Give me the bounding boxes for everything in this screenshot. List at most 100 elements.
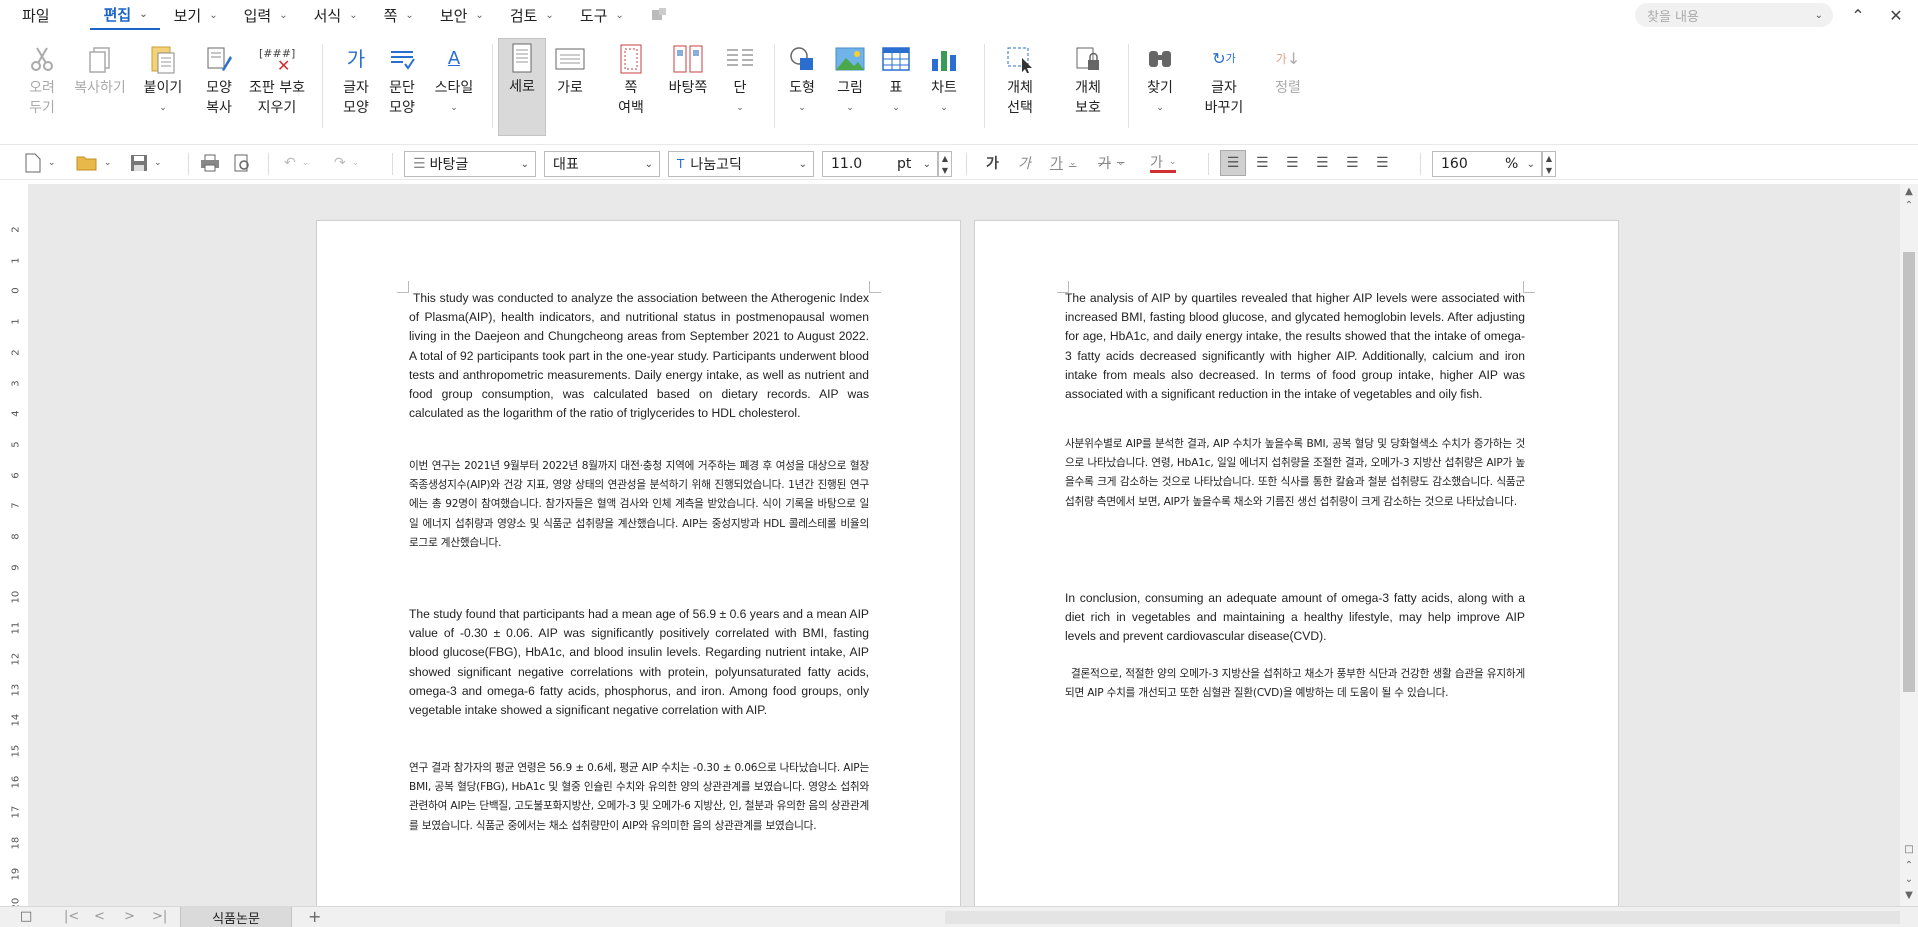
chevron-down-icon[interactable]: ⌄ (428, 98, 480, 118)
chevron-down-icon[interactable]: ⌄ (824, 98, 876, 118)
font-size-input[interactable]: 11.0 pt ⌄ (822, 151, 938, 177)
vertical-scrollbar[interactable]: ▲ ⌃ □ ⌃ ⌄ ▼ (1900, 184, 1918, 906)
object-select-button[interactable]: 개체 선택 (992, 40, 1048, 118)
tab-sheet[interactable]: 식품논문 (180, 907, 292, 927)
menu-format[interactable]: 서식 ⌄ (300, 0, 370, 30)
justify-align-button[interactable]: ☰ (1220, 150, 1246, 176)
brush-icon (193, 40, 245, 78)
redo-icon[interactable]: ↷ ⌄ (334, 153, 359, 173)
new-document-icon[interactable]: ⌄ (24, 153, 56, 173)
open-folder-icon[interactable]: ⌄ (76, 153, 112, 173)
menu-file[interactable]: 파일 (0, 0, 90, 30)
shapes-button[interactable]: 도형 ⌄ (776, 40, 828, 118)
menu-insert[interactable]: 입력 ⌄ (230, 0, 300, 30)
menu-review[interactable]: 검토 ⌄ (496, 0, 566, 30)
page-up-icon[interactable]: ⌃ (1900, 200, 1918, 211)
object-protect-button[interactable]: 개체 보호 (1060, 40, 1116, 118)
view-mode-icon[interactable]: □ (20, 909, 32, 924)
last-sheet-icon[interactable]: >| (152, 909, 167, 924)
ruler-tick: 1 (10, 257, 22, 264)
divide-align-icon[interactable]: ☰ (1376, 153, 1389, 173)
page-view-icon[interactable]: □ (1900, 844, 1918, 855)
sort-button[interactable]: 가 ↓ 정렬 (1262, 40, 1314, 98)
next-sheet-icon[interactable]: > (124, 909, 135, 924)
extension-icon[interactable] (636, 0, 680, 30)
representative-select[interactable]: 대표 ⌄ (544, 151, 660, 177)
page-margin-button[interactable]: 쪽 여백 (601, 40, 661, 118)
print-icon[interactable] (200, 153, 220, 173)
chevron-down-icon[interactable]: ⌄ (918, 98, 970, 118)
style-select[interactable]: ☰ 바탕글 ⌄ (404, 151, 536, 177)
chevron-down-icon[interactable]: ⌄ (1815, 10, 1823, 21)
style-button[interactable]: A 스타일 ⌄ (428, 40, 480, 118)
first-sheet-icon[interactable]: |< (64, 909, 79, 924)
chevron-down-icon[interactable]: ⌄ (1134, 98, 1186, 118)
chevron-down-icon[interactable]: ⌄ (714, 98, 766, 118)
zoom-stepper[interactable]: ▲ ▼ (1542, 151, 1556, 177)
page-down-double-icon[interactable]: ⌄ (1900, 874, 1918, 885)
table-button[interactable]: 표 ⌄ (870, 40, 922, 118)
font-select[interactable]: T 나눔고딕 ⌄ (668, 151, 814, 177)
underline-button[interactable]: 가 ⌄ (1050, 153, 1076, 173)
save-icon[interactable]: ⌄ (130, 153, 162, 173)
paste-button[interactable]: 붙이기 ⌄ (137, 40, 189, 118)
scroll-down-icon[interactable]: ▼ (1900, 890, 1918, 901)
search-input[interactable]: 찾을 내용 ⌄ (1635, 3, 1833, 27)
menu-tools[interactable]: 도구 ⌄ (566, 0, 636, 30)
columns-button[interactable]: 단 ⌄ (714, 40, 766, 118)
paragraph-en-3[interactable]: The analysis of AIP by quartiles reveale… (1065, 289, 1525, 404)
horizontal-scrollbar[interactable] (945, 911, 1900, 924)
menu-page[interactable]: 쪽 ⌄ (370, 0, 426, 30)
menu-edit[interactable]: 편집 ⌄ (89, 0, 160, 30)
page-1[interactable]: This study was conducted to analyze the … (316, 220, 961, 906)
font-color-button[interactable]: 가 ⌄ (1150, 153, 1177, 173)
bold-button[interactable]: 가 (986, 153, 999, 173)
page-2[interactable]: The analysis of AIP by quartiles reveale… (974, 220, 1619, 906)
align-center-icon[interactable]: ☰ (1286, 153, 1299, 173)
align-left-icon[interactable]: ☰ (1256, 153, 1269, 173)
italic-button[interactable]: 가 (1018, 153, 1031, 173)
zoom-input[interactable]: 160% ⌄ (1432, 151, 1542, 177)
menu-security[interactable]: 보안 ⌄ (426, 0, 496, 30)
paragraph-en-4[interactable]: In conclusion, consuming an adequate amo… (1065, 589, 1525, 647)
scroll-thumb[interactable] (1903, 252, 1915, 692)
distribute-align-icon[interactable]: ☰ (1346, 153, 1359, 173)
clear-codes-button[interactable]: [###] ✕ 조판 부호 지우기 (244, 40, 310, 118)
chevron-down-icon[interactable]: ⌄ (776, 98, 828, 118)
format-copy-button[interactable]: 모양 복사 (193, 40, 245, 118)
undo-icon[interactable]: ↶ ⌄ (284, 153, 309, 173)
align-right-icon[interactable]: ☰ (1316, 153, 1329, 173)
replace-button[interactable]: ↻ 가 글자 바꾸기 (1196, 40, 1252, 118)
print-preview-icon[interactable] (232, 153, 252, 173)
menu-view[interactable]: 보기 ⌄ (160, 0, 230, 30)
chevron-down-icon[interactable]: ⌄ (870, 98, 922, 118)
close-icon[interactable]: ✕ (1876, 0, 1916, 30)
vertical-ruler[interactable]: 2 1 0 1 2 3 4 5 6 7 8 9 10 11 12 13 14 15 16 17 18 19 20 (6, 184, 24, 911)
para-shape-button[interactable]: 문단 모양 (376, 40, 428, 118)
chevron-down-icon: ⌄ (798, 158, 807, 170)
picture-button[interactable]: 그림 ⌄ (824, 40, 876, 118)
paragraph-ko-4[interactable]: 결론적으로, 적절한 양의 오메가-3 지방산을 섭취하고 채소가 풍부한 식단… (1065, 665, 1525, 703)
scroll-up-icon[interactable]: ▲ (1900, 186, 1918, 197)
paragraph-ko-1[interactable]: 이번 연구는 2021년 9월부터 2022년 8월까지 대전·충청 지역에 거… (409, 457, 869, 553)
paragraph-ko-2[interactable]: 연구 결과 참가자의 평균 연령은 56.9 ± 0.6세, 평균 AIP 수치… (409, 759, 869, 836)
copy-button[interactable]: 복사하기 (72, 40, 128, 98)
menu-bar: 파일 편집 ⌄ 보기 ⌄ 입력 ⌄ 서식 ⌄ 쪽 ⌄ 보안 ⌄ 검토 ⌄ 도구 ⌄ (0, 0, 1918, 30)
strikethrough-button[interactable]: 가 ⌄ (1098, 153, 1124, 173)
paragraph-ko-3[interactable]: 사분위수별로 AIP를 분석한 결과, AIP 수치가 높을수록 BMI, 공복… (1065, 435, 1525, 512)
char-shape-button[interactable]: 가 글자 모양 (330, 40, 382, 118)
chart-button[interactable]: 차트 ⌄ (918, 40, 970, 118)
add-tab-button[interactable]: + (308, 907, 321, 926)
chevron-down-icon[interactable]: ⌄ (137, 98, 189, 118)
master-page-button[interactable]: 바탕쪽 (660, 40, 716, 98)
landscape-button[interactable]: 가로 (544, 40, 596, 98)
collapse-ribbon-icon[interactable]: ⌃ (1838, 0, 1878, 30)
cut-button[interactable]: 오려 두기 (16, 40, 68, 118)
prev-sheet-icon[interactable]: < (94, 909, 105, 924)
find-button[interactable]: 찾기 ⌄ (1134, 40, 1186, 118)
portrait-button[interactable]: 세로 (498, 38, 546, 136)
paragraph-en-1[interactable]: This study was conducted to analyze the … (409, 289, 869, 423)
paragraph-en-2[interactable]: The study found that participants had a … (409, 605, 869, 720)
page-up-double-icon[interactable]: ⌃ (1900, 860, 1918, 871)
font-size-stepper[interactable]: ▲ ▼ (938, 151, 952, 177)
